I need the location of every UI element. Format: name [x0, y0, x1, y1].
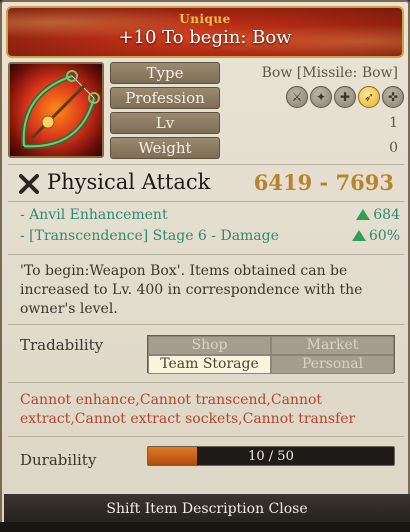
stat-value: 0 — [389, 140, 398, 156]
divider — [8, 324, 404, 325]
stat-weight: Weight 0 — [110, 137, 406, 159]
stat-profession: Profession ⚔ ✦ ✚ ➶ ✜ — [110, 86, 406, 109]
attack-value: 6419 - 7693 — [253, 170, 394, 195]
bonus-value: 684 — [356, 207, 400, 223]
item-tooltip: Unique +10 To begin: Bow Type Bow [Missi… — [0, 0, 410, 532]
trade-option-shop: Shop — [148, 336, 271, 355]
item-name: +10 To begin: Bow — [118, 27, 292, 48]
hotbar-strip — [0, 522, 410, 532]
durability-text: 10 / 50 — [248, 449, 294, 464]
stat-label: Profession — [110, 87, 220, 109]
bonus-label: - Anvil Enhancement — [20, 207, 168, 223]
stat-label: Lv — [110, 112, 220, 134]
bonus-value: 60% — [351, 228, 400, 244]
archer-icon: ➶ — [358, 86, 380, 108]
scout-icon: ✜ — [382, 86, 404, 108]
item-rarity: Unique — [179, 12, 231, 26]
bonus-row: - [Transcendence] Stage 6 - Damage 60% — [20, 228, 400, 248]
stat-level: Lv 1 — [110, 112, 406, 134]
durability-label: Durability — [20, 451, 97, 469]
durability-bar: 10 / 50 — [147, 446, 395, 466]
bonus-label: - [Transcendence] Stage 6 - Damage — [20, 228, 279, 244]
stat-label: Type — [110, 62, 220, 84]
tradability-grid: Shop Market Team Storage Personal — [147, 335, 395, 374]
divider — [8, 382, 404, 383]
trade-option-team-storage: Team Storage — [148, 355, 271, 374]
up-arrow-icon — [351, 230, 366, 241]
item-description: 'To begin:Weapon Box'. Items obtained ca… — [20, 263, 363, 317]
stat-value: 1 — [389, 115, 398, 131]
wizard-icon: ✦ — [310, 86, 332, 108]
stat-type: Type Bow [Missile: Bow] — [110, 62, 406, 84]
item-restrictions: Cannot enhance,Cannot transcend,Cannot e… — [20, 392, 356, 427]
divider — [8, 201, 404, 202]
trade-option-personal: Personal — [271, 355, 394, 374]
cleric-icon: ✚ — [334, 86, 356, 108]
tradability-label: Tradability — [20, 336, 104, 354]
attack-label: Physical Attack — [47, 170, 211, 194]
divider — [8, 436, 404, 437]
divider — [8, 164, 404, 165]
item-header: Unique +10 To begin: Bow — [6, 6, 404, 58]
divider — [8, 254, 404, 255]
trade-option-market: Market — [271, 336, 394, 355]
close-hint[interactable]: Shift Item Description Close — [4, 494, 410, 524]
swordsman-icon: ⚔ — [286, 86, 308, 108]
stat-label: Weight — [110, 137, 220, 159]
crossed-swords-icon — [19, 174, 39, 194]
bonus-row: - Anvil Enhancement 684 — [20, 207, 400, 227]
profession-icons: ⚔ ✦ ✚ ➶ ✜ — [286, 86, 404, 108]
stat-value: Bow [Missile: Bow] — [261, 65, 398, 81]
up-arrow-icon — [356, 209, 371, 220]
bow-icon — [8, 62, 104, 158]
